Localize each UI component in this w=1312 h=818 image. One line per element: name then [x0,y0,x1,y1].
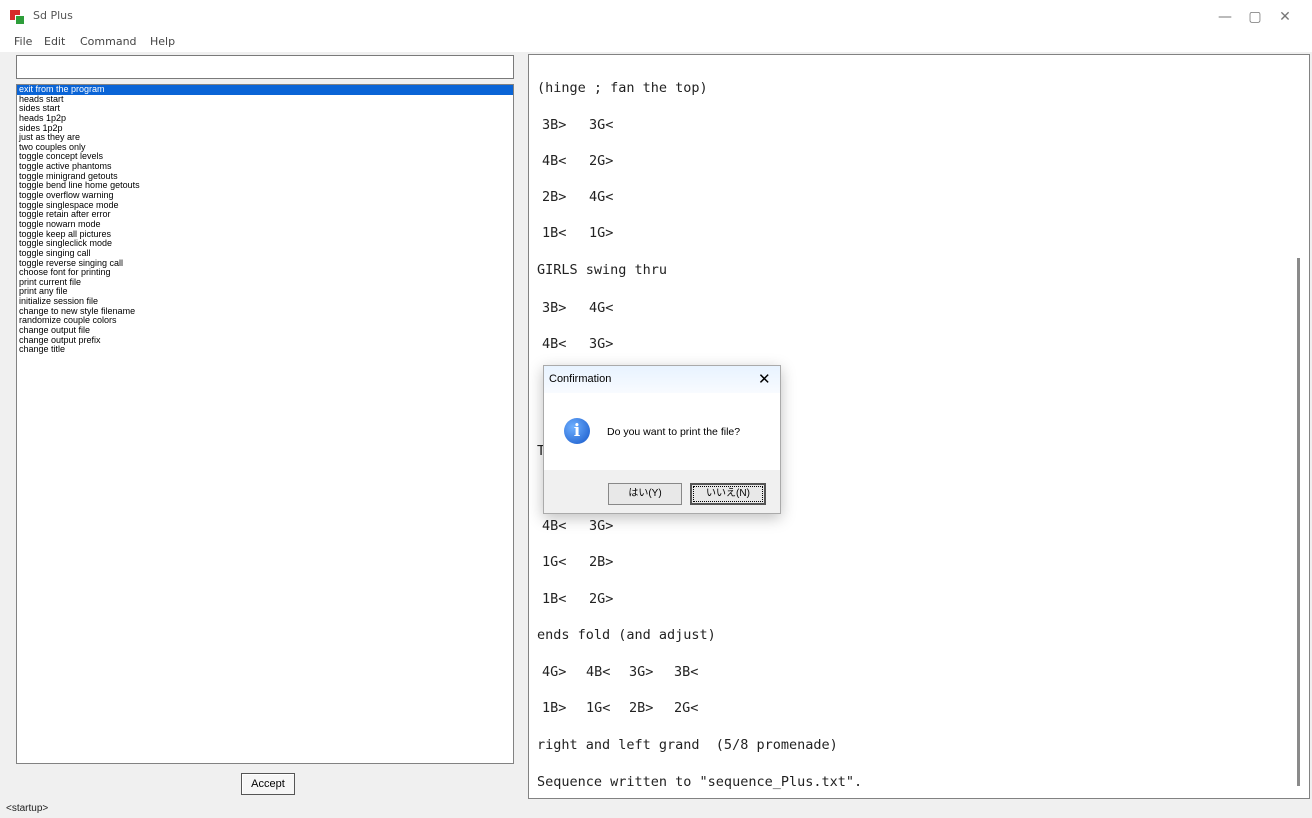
status-bar [0,801,1312,818]
output-scrollbar[interactable] [1297,258,1300,786]
minimize-button[interactable]: — [1210,6,1240,28]
window-title: Sd Plus [33,9,73,22]
dancer-position: 1G< [542,554,567,570]
list-item[interactable]: heads start [17,94,513,105]
list-item[interactable]: exit from the program [17,85,513,95]
list-item[interactable]: change title [17,345,513,355]
list-item[interactable]: sides 1p2p [17,123,513,134]
list-item[interactable]: choose font for printing [17,268,513,278]
accept-button[interactable]: Accept [241,773,295,795]
menu-help[interactable]: Help [150,35,175,48]
dancer-position: 4G> [542,664,567,680]
dancer-position: 4G< [589,189,614,205]
dancer-position: 3B< [674,664,699,680]
dancer-position: 3B> [542,300,567,316]
dancer-position: 2B> [629,700,654,716]
no-button[interactable]: いいえ(N) [690,483,766,505]
dancer-position: 4B< [542,153,567,169]
list-item[interactable]: just as they are [17,133,513,143]
close-window-button[interactable]: ✕ [1270,6,1300,28]
dancer-position: 3B> [542,117,567,133]
list-item[interactable]: toggle singleclick mode [17,239,513,249]
command-list[interactable]: exit from the program heads start sides … [16,84,514,764]
status-text: <startup> [6,803,49,814]
menu-edit[interactable]: Edit [44,35,65,48]
dancer-position: 1B< [542,591,567,607]
title-bar: Sd Plus — ▢ ✕ [0,0,1312,34]
menu-command[interactable]: Command [80,35,137,48]
command-input[interactable] [16,55,514,79]
dancer-position: 3G> [589,518,614,534]
dancer-position: 4B< [542,518,567,534]
dancer-position: 4B< [542,336,567,352]
list-item[interactable]: heads 1p2p [17,113,513,124]
dancer-position: 4G< [589,300,614,316]
info-icon: i [564,418,590,444]
confirmation-dialog: Confirmation ✕ i Do you want to print th… [543,365,781,514]
output-status-line: Sequence written to "sequence_Plus.txt". [537,774,863,790]
output-call-line: right and left grand (5/8 promenade) [537,737,838,753]
close-icon[interactable]: ✕ [758,370,771,388]
dancer-position: 3G> [589,336,614,352]
output-call-line: (hinge ; fan the top) [537,80,708,96]
list-item[interactable]: print current file [17,277,513,288]
dancer-position: 2G> [589,591,614,607]
dialog-title: Confirmation [549,373,612,385]
dancer-position: 1G< [586,700,611,716]
dancer-position: 2G< [674,700,699,716]
list-item[interactable]: randomize couple colors [17,316,513,326]
dancer-position: 3G< [589,117,614,133]
output-call-line: ends fold (and adjust) [537,627,716,643]
yes-button[interactable]: はい(Y) [608,483,682,505]
output-call-line: GIRLS swing thru [537,262,668,278]
menu-file[interactable]: File [14,35,32,48]
dancer-position: 2B> [589,554,614,570]
list-item[interactable]: change output prefix [17,335,513,346]
dancer-position: 2B> [542,189,567,205]
menu-bar: File Edit Command Help [0,34,1312,52]
dancer-position: 4B< [586,664,611,680]
app-icon [10,10,26,26]
dancer-position: 1G> [589,225,614,241]
dancer-position: 2G> [589,153,614,169]
dancer-position: 1B> [542,700,567,716]
dialog-title-bar: Confirmation ✕ [544,366,780,393]
maximize-button[interactable]: ▢ [1240,6,1270,28]
dialog-message: Do you want to print the file? [607,426,741,438]
dancer-position: 3G> [629,664,654,680]
list-item[interactable]: sides start [17,104,513,114]
dancer-position: 1B< [542,225,567,241]
